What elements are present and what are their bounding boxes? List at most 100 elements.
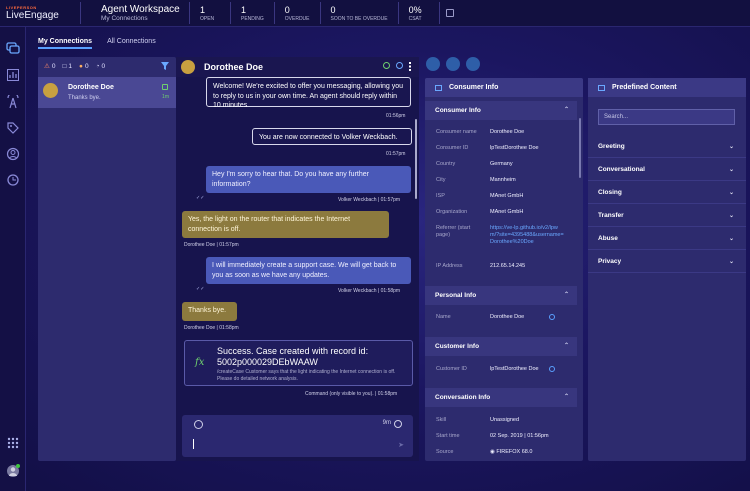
conversation-time: 1m xyxy=(162,94,169,100)
list-item[interactable]: Dorothee Doe Thanks bye. 1m xyxy=(38,77,176,108)
message-counter: □ 1 xyxy=(62,63,72,70)
field-value: Unassigned xyxy=(490,417,520,423)
chevron-down-icon: ⌄ xyxy=(728,236,734,242)
alert-counter: ⚠ 0 xyxy=(44,62,56,71)
field-key: City xyxy=(436,177,446,183)
counter-value: 0 xyxy=(51,62,56,70)
search-input[interactable]: Search... xyxy=(598,109,735,125)
message-composer: 9m ➤ xyxy=(182,415,413,457)
field-key: Organization xyxy=(436,209,468,215)
section-consumer-info[interactable]: Consumer Info ⌃ xyxy=(425,101,577,120)
field-key: Consumer name xyxy=(436,129,477,135)
category-label: Closing xyxy=(598,189,622,196)
expand-icon[interactable] xyxy=(445,9,454,17)
predefined-content-widget-icon[interactable] xyxy=(446,57,460,71)
category-label: Privacy xyxy=(598,258,622,265)
category-label: Abuse xyxy=(598,235,618,242)
section-conversation-info[interactable]: Conversation Info ⌃ xyxy=(425,388,577,407)
clock-icon[interactable] xyxy=(394,420,402,428)
emoji-icon[interactable] xyxy=(194,420,203,429)
clock-icon: ◔ xyxy=(95,62,100,70)
consumer-info-widget-icon[interactable] xyxy=(426,57,440,71)
field-key: IP Address xyxy=(436,263,463,269)
chevron-down-icon: ⌄ xyxy=(728,213,734,219)
category-label: Greeting xyxy=(598,143,625,150)
stat-soon-overdue: 0 SOON TO BE OVERDUE xyxy=(321,5,398,22)
chevron-down-icon: ⌄ xyxy=(728,144,734,150)
field-value: lpTestDorothee Doe xyxy=(490,145,539,151)
field-value: 02 Sep. 2019 | 01:56pm xyxy=(490,433,549,439)
bar-chart-icon[interactable] xyxy=(6,68,20,82)
agent-avatar[interactable] xyxy=(6,464,20,478)
field-key: Source xyxy=(436,449,454,455)
category-conversational[interactable]: Conversational ⌄ xyxy=(588,159,746,181)
apps-grid-icon[interactable] xyxy=(6,436,20,450)
field-value: Mannheim xyxy=(490,177,516,183)
message-icon xyxy=(162,84,168,90)
field-key: Referrer (start page) xyxy=(436,225,471,238)
chevron-up-icon: ⌃ xyxy=(563,343,569,349)
referrer-link[interactable]: https://ve-lp.github.io/v2/lpwm/?site=43… xyxy=(490,225,564,246)
category-abuse[interactable]: Abuse ⌄ xyxy=(588,228,746,250)
category-privacy[interactable]: Privacy ⌄ xyxy=(588,251,746,273)
response-timer: 9m xyxy=(382,420,391,426)
counter-value: 0 xyxy=(101,62,106,70)
section-customer-info[interactable]: Customer Info ⌃ xyxy=(425,337,577,356)
category-greeting[interactable]: Greeting ⌄ xyxy=(588,136,746,158)
section-title: Consumer Info xyxy=(435,107,481,114)
divider xyxy=(438,2,440,24)
status-icon[interactable] xyxy=(383,62,390,69)
panel-header: Consumer Info xyxy=(425,78,583,97)
field-value: Dorothee Doe xyxy=(490,129,525,135)
more-icon[interactable] xyxy=(409,62,411,71)
category-transfer[interactable]: Transfer ⌄ xyxy=(588,205,746,227)
tower-icon[interactable] xyxy=(6,92,20,109)
field-value: Dorothee Doe xyxy=(490,314,525,320)
function-icon: fx xyxy=(195,357,205,368)
field-value: 212.65.14.245 xyxy=(490,263,526,269)
workspace-subtitle: My Connections xyxy=(101,15,148,22)
delivered-check-icon: ✓✓ xyxy=(196,286,205,292)
message-meta: 01:57pm xyxy=(386,151,406,157)
conversation-name: Dorothee Doe xyxy=(68,84,114,91)
category-label: Transfer xyxy=(598,212,624,219)
message-meta: 01:56pm xyxy=(386,113,406,119)
avatar xyxy=(43,83,58,98)
filter-icon[interactable] xyxy=(161,62,169,70)
panel-title: Predefined Content xyxy=(612,84,677,91)
message-meta: Volker Weckbach | 01:57pm xyxy=(338,197,401,203)
message-meta: Dorothee Doe | 01:57pm xyxy=(184,242,239,248)
chevron-down-icon: ⌄ xyxy=(728,259,734,265)
section-title: Conversation Info xyxy=(435,394,491,401)
user-icon[interactable] xyxy=(6,147,20,161)
category-label: Conversational xyxy=(598,166,645,173)
system-message: You are now connected to Volker Weckbach… xyxy=(252,128,412,145)
tab-all-connections[interactable]: All Connections xyxy=(107,38,156,49)
counter-value: 0 xyxy=(84,62,89,70)
section-personal-info[interactable]: Personal Info ⌃ xyxy=(425,286,577,305)
send-icon[interactable]: ➤ xyxy=(398,441,404,449)
check-icon[interactable] xyxy=(396,62,403,69)
tag-icon[interactable] xyxy=(6,121,20,135)
scrollbar[interactable] xyxy=(415,119,417,199)
workspace-title-text: Agent Workspace xyxy=(101,4,180,15)
consumer-info-panel: Consumer Info Consumer Info ⌃ Consumer na… xyxy=(425,78,583,461)
field-key: Consumer ID xyxy=(436,145,469,151)
left-nav xyxy=(0,27,26,491)
chat-icon[interactable] xyxy=(6,41,20,55)
category-closing[interactable]: Closing ⌄ xyxy=(588,182,746,204)
field-key: Country xyxy=(436,161,456,167)
edit-widget-icon[interactable] xyxy=(466,57,480,71)
refresh-icon[interactable] xyxy=(6,173,20,187)
stat-pending: 1 PENDING xyxy=(231,5,274,22)
alert-icon: ⚠ xyxy=(44,63,50,70)
field-value: MAnet GmbH xyxy=(490,209,524,215)
stat-label: OVERDUE xyxy=(284,15,310,22)
message-icon: □ xyxy=(62,62,67,70)
widget-icons xyxy=(426,57,480,71)
stat-value: 0 xyxy=(284,4,290,15)
success-detail: /createCase Customer says that the light… xyxy=(217,369,396,382)
message-input[interactable] xyxy=(193,439,194,449)
scrollbar[interactable] xyxy=(579,118,581,178)
tab-my-connections[interactable]: My Connections xyxy=(38,38,93,49)
